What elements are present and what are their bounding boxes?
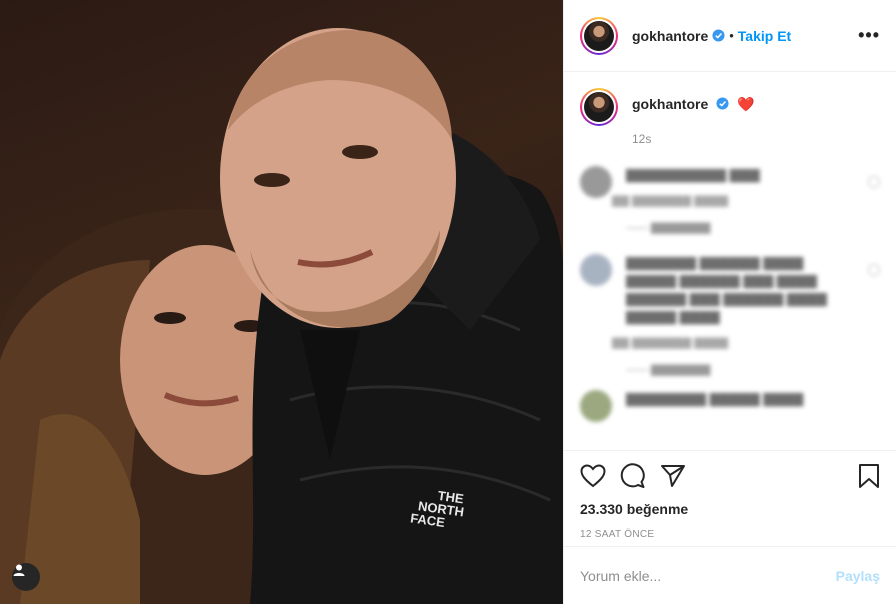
jacket-logo: THE NORTH FACE xyxy=(409,486,467,532)
comment-avatar xyxy=(580,254,612,286)
comment-item-blurred: ▇▇▇▇▇▇▇▇▇▇ ▇▇▇ ▇▇ ▇▇▇▇▇▇▇ ▇▇▇▇ xyxy=(580,166,880,207)
comment-input[interactable] xyxy=(580,567,836,584)
caption-emoji: ❤️ xyxy=(737,96,755,112)
heart-icon[interactable] xyxy=(580,464,606,488)
post-header: gokhantore • Takip Et ••• xyxy=(564,0,896,72)
view-replies-blurred: —— ▇▇▇▇▇▇▇ xyxy=(626,222,711,234)
share-icon[interactable] xyxy=(660,464,686,488)
user-tag-button[interactable] xyxy=(12,563,40,591)
comment-item-blurred: ▇▇▇▇▇▇▇▇ ▇▇▇▇▇ ▇▇▇▇ xyxy=(580,390,880,422)
post-actions: 23.330 beğenme 12 SAAT ÖNCE xyxy=(564,450,896,546)
comment-item-blurred: ▇▇▇▇▇▇▇ ▇▇▇▇▇▇ ▇▇▇▇ ▇▇▇▇▇ ▇▇▇▇▇▇ ▇▇▇ ▇▇▇… xyxy=(580,254,880,349)
post-time-ago[interactable]: 12 SAAT ÖNCE xyxy=(580,529,880,540)
user-tag-icon xyxy=(13,564,25,576)
comments-area[interactable]: gokhantore ❤️ 12s ▇▇▇▇▇▇▇▇▇▇ ▇▇▇ ▇▇ ▇▇▇▇… xyxy=(564,72,896,450)
header-avatar[interactable] xyxy=(580,16,618,55)
view-replies-blurred: —— ▇▇▇▇▇▇▇ xyxy=(626,364,711,376)
post-sidebar: gokhantore • Takip Et ••• gokhantore ❤️ … xyxy=(563,0,896,604)
follow-button[interactable]: Takip Et xyxy=(738,28,791,44)
header-username[interactable]: gokhantore xyxy=(632,28,708,44)
comment-icon[interactable] xyxy=(620,463,646,489)
more-options-button[interactable]: ••• xyxy=(858,25,880,46)
instagram-post: THE NORTH FACE gokhantore • Takip Et ••• xyxy=(0,0,896,604)
bookmark-icon[interactable] xyxy=(858,463,880,489)
post-photo[interactable]: THE NORTH FACE xyxy=(0,0,563,604)
likes-count[interactable]: 23.330 beğenme xyxy=(580,501,880,517)
add-comment-bar: Paylaş xyxy=(564,546,896,604)
avatar-image xyxy=(584,20,614,51)
header-separator: • xyxy=(729,28,734,43)
caption-avatar[interactable] xyxy=(580,88,618,126)
caption-username[interactable]: gokhantore xyxy=(632,96,708,112)
verified-badge-icon xyxy=(716,97,729,110)
photo-illustration xyxy=(0,28,563,604)
comment-avatar xyxy=(580,390,612,422)
caption-time: 12s xyxy=(632,132,652,146)
post-comment-button[interactable]: Paylaş xyxy=(836,568,880,584)
verified-badge-icon xyxy=(712,29,725,42)
caption: gokhantore ❤️ xyxy=(580,88,880,126)
comment-avatar xyxy=(580,166,612,198)
